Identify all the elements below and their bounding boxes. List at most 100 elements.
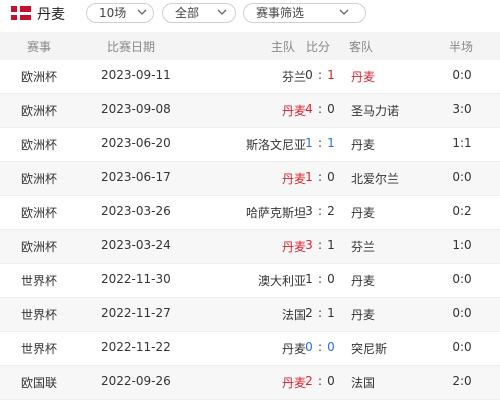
home-score: 2 bbox=[305, 306, 313, 320]
away-score: 2 bbox=[327, 204, 335, 218]
home-score: 1 bbox=[305, 170, 313, 184]
score-separator: : bbox=[317, 272, 323, 286]
match-event: 世界杯 bbox=[21, 308, 58, 322]
score-separator: : bbox=[317, 374, 323, 388]
half-time-score: 1:1 bbox=[452, 136, 472, 150]
away-team: 芬兰 bbox=[351, 240, 376, 254]
chevron-down-icon bbox=[217, 9, 227, 15]
half-time-score: 1:0 bbox=[452, 238, 472, 252]
match-date: 2023-06-17 bbox=[101, 170, 171, 184]
header-bar: 丹麦 10场 全部 赛事筛选 bbox=[0, 0, 500, 26]
match-count-label: 10场 bbox=[99, 6, 127, 20]
away-team: 北爱尔兰 bbox=[351, 172, 400, 186]
match-date: 2023-06-20 bbox=[101, 136, 171, 150]
table-row[interactable]: 世界杯 2022-11-30 澳大利亚 1:0 丹麦 0:0 bbox=[0, 264, 500, 298]
away-team: 丹麦 bbox=[351, 206, 376, 220]
table-row[interactable]: 欧洲杯 2023-06-17 丹麦 1:0 北爱尔兰 0:0 bbox=[0, 162, 500, 196]
table-row[interactable]: 世界杯 2022-11-27 法国 2:1 丹麦 0:0 bbox=[0, 298, 500, 332]
team-name: 丹麦 bbox=[37, 7, 65, 23]
away-score: 0 bbox=[327, 102, 335, 116]
score-separator: : bbox=[317, 306, 323, 320]
match-list: 欧洲杯 2023-09-11 芬兰 0:1 丹麦 0:0 欧洲杯 2023-09-08 丹麦 4:… bbox=[0, 60, 500, 400]
table-row[interactable]: 欧洲杯 2023-03-26 哈萨克斯坦 3:2 丹麦 0:2 bbox=[0, 196, 500, 230]
home-team: 哈萨克斯坦 bbox=[245, 206, 306, 220]
column-date: 比赛日期 bbox=[107, 40, 156, 54]
away-score: 1 bbox=[327, 68, 335, 82]
event-filter-dropdown[interactable]: 赛事筛选 bbox=[243, 3, 366, 23]
away-score: 0 bbox=[327, 340, 335, 354]
home-score: 0 bbox=[305, 340, 313, 354]
home-team: 斯洛文尼亚 bbox=[245, 138, 306, 152]
home-score: 1 bbox=[305, 272, 313, 286]
score-separator: : bbox=[317, 204, 323, 218]
column-score: 比分 bbox=[306, 40, 331, 54]
away-team: 法国 bbox=[351, 376, 376, 390]
away-team: 丹麦 bbox=[351, 70, 376, 84]
away-team: 丹麦 bbox=[351, 138, 376, 152]
match-date: 2023-03-26 bbox=[101, 204, 171, 218]
away-team: 突尼斯 bbox=[351, 342, 388, 356]
score-separator: : bbox=[317, 102, 323, 116]
table-row[interactable]: 欧国联 2022-09-26 丹麦 2:0 法国 2:0 bbox=[0, 366, 500, 400]
match-date: 2022-11-30 bbox=[101, 272, 171, 286]
match-type-label: 全部 bbox=[175, 6, 200, 20]
away-team: 丹麦 bbox=[351, 274, 376, 288]
match-event: 欧洲杯 bbox=[21, 240, 58, 254]
match-event: 欧国联 bbox=[21, 376, 58, 390]
away-score: 0 bbox=[327, 170, 335, 184]
table-row[interactable]: 欧洲杯 2023-03-24 丹麦 3:1 芬兰 1:0 bbox=[0, 230, 500, 264]
match-date: 2022-09-26 bbox=[101, 374, 171, 388]
match-event: 欧洲杯 bbox=[21, 104, 58, 118]
home-score: 0 bbox=[305, 68, 313, 82]
half-time-score: 0:0 bbox=[452, 340, 472, 354]
away-score: 1 bbox=[327, 136, 335, 150]
column-home: 主队 bbox=[271, 40, 296, 54]
match-type-dropdown[interactable]: 全部 bbox=[162, 3, 236, 23]
away-team: 丹麦 bbox=[351, 308, 376, 322]
home-score: 1 bbox=[305, 136, 313, 150]
column-half: 半场 bbox=[449, 40, 474, 54]
away-score: 0 bbox=[327, 272, 335, 286]
table-row[interactable]: 欧洲杯 2023-09-08 丹麦 4:0 圣马力诺 3:0 bbox=[0, 94, 500, 128]
away-team: 圣马力诺 bbox=[351, 104, 400, 118]
match-event: 世界杯 bbox=[21, 274, 58, 288]
match-event: 欧洲杯 bbox=[21, 172, 58, 186]
event-filter-label: 赛事筛选 bbox=[256, 6, 305, 20]
match-date: 2023-09-11 bbox=[101, 68, 171, 82]
half-time-score: 0:0 bbox=[452, 68, 472, 82]
score-separator: : bbox=[317, 68, 323, 82]
table-row[interactable]: 欧洲杯 2023-06-20 斯洛文尼亚 1:1 丹麦 1:1 bbox=[0, 128, 500, 162]
home-team: 澳大利亚 bbox=[257, 274, 306, 288]
score-separator: : bbox=[317, 238, 323, 252]
table-row[interactable]: 世界杯 2022-11-22 丹麦 0:0 突尼斯 0:0 bbox=[0, 332, 500, 366]
home-score: 2 bbox=[305, 374, 313, 388]
denmark-flag-icon bbox=[11, 6, 31, 20]
half-time-score: 0:0 bbox=[452, 170, 472, 184]
chevron-down-icon bbox=[137, 9, 147, 15]
table-row[interactable]: 欧洲杯 2023-09-11 芬兰 0:1 丹麦 0:0 bbox=[0, 60, 500, 94]
half-time-score: 0:2 bbox=[452, 204, 472, 218]
away-score: 1 bbox=[327, 238, 335, 252]
match-date: 2022-11-22 bbox=[101, 340, 171, 354]
half-time-score: 0:0 bbox=[452, 272, 472, 286]
match-event: 欧洲杯 bbox=[21, 206, 58, 220]
score-separator: : bbox=[317, 170, 323, 184]
home-score: 3 bbox=[305, 238, 313, 252]
home-score: 4 bbox=[305, 102, 313, 116]
half-time-score: 3:0 bbox=[452, 102, 472, 116]
match-date: 2022-11-27 bbox=[101, 306, 171, 320]
chevron-down-icon bbox=[339, 9, 349, 15]
column-event: 赛事 bbox=[27, 40, 52, 54]
match-event: 世界杯 bbox=[21, 342, 58, 356]
away-score: 0 bbox=[327, 374, 335, 388]
half-time-score: 0:0 bbox=[452, 306, 472, 320]
match-count-dropdown[interactable]: 10场 bbox=[86, 3, 154, 23]
column-away: 客队 bbox=[349, 40, 374, 54]
match-event: 欧洲杯 bbox=[21, 70, 58, 84]
match-date: 2023-03-24 bbox=[101, 238, 171, 252]
home-score: 3 bbox=[305, 204, 313, 218]
score-separator: : bbox=[317, 340, 323, 354]
match-date: 2023-09-08 bbox=[101, 102, 171, 116]
match-event: 欧洲杯 bbox=[21, 138, 58, 152]
score-separator: : bbox=[317, 136, 323, 150]
